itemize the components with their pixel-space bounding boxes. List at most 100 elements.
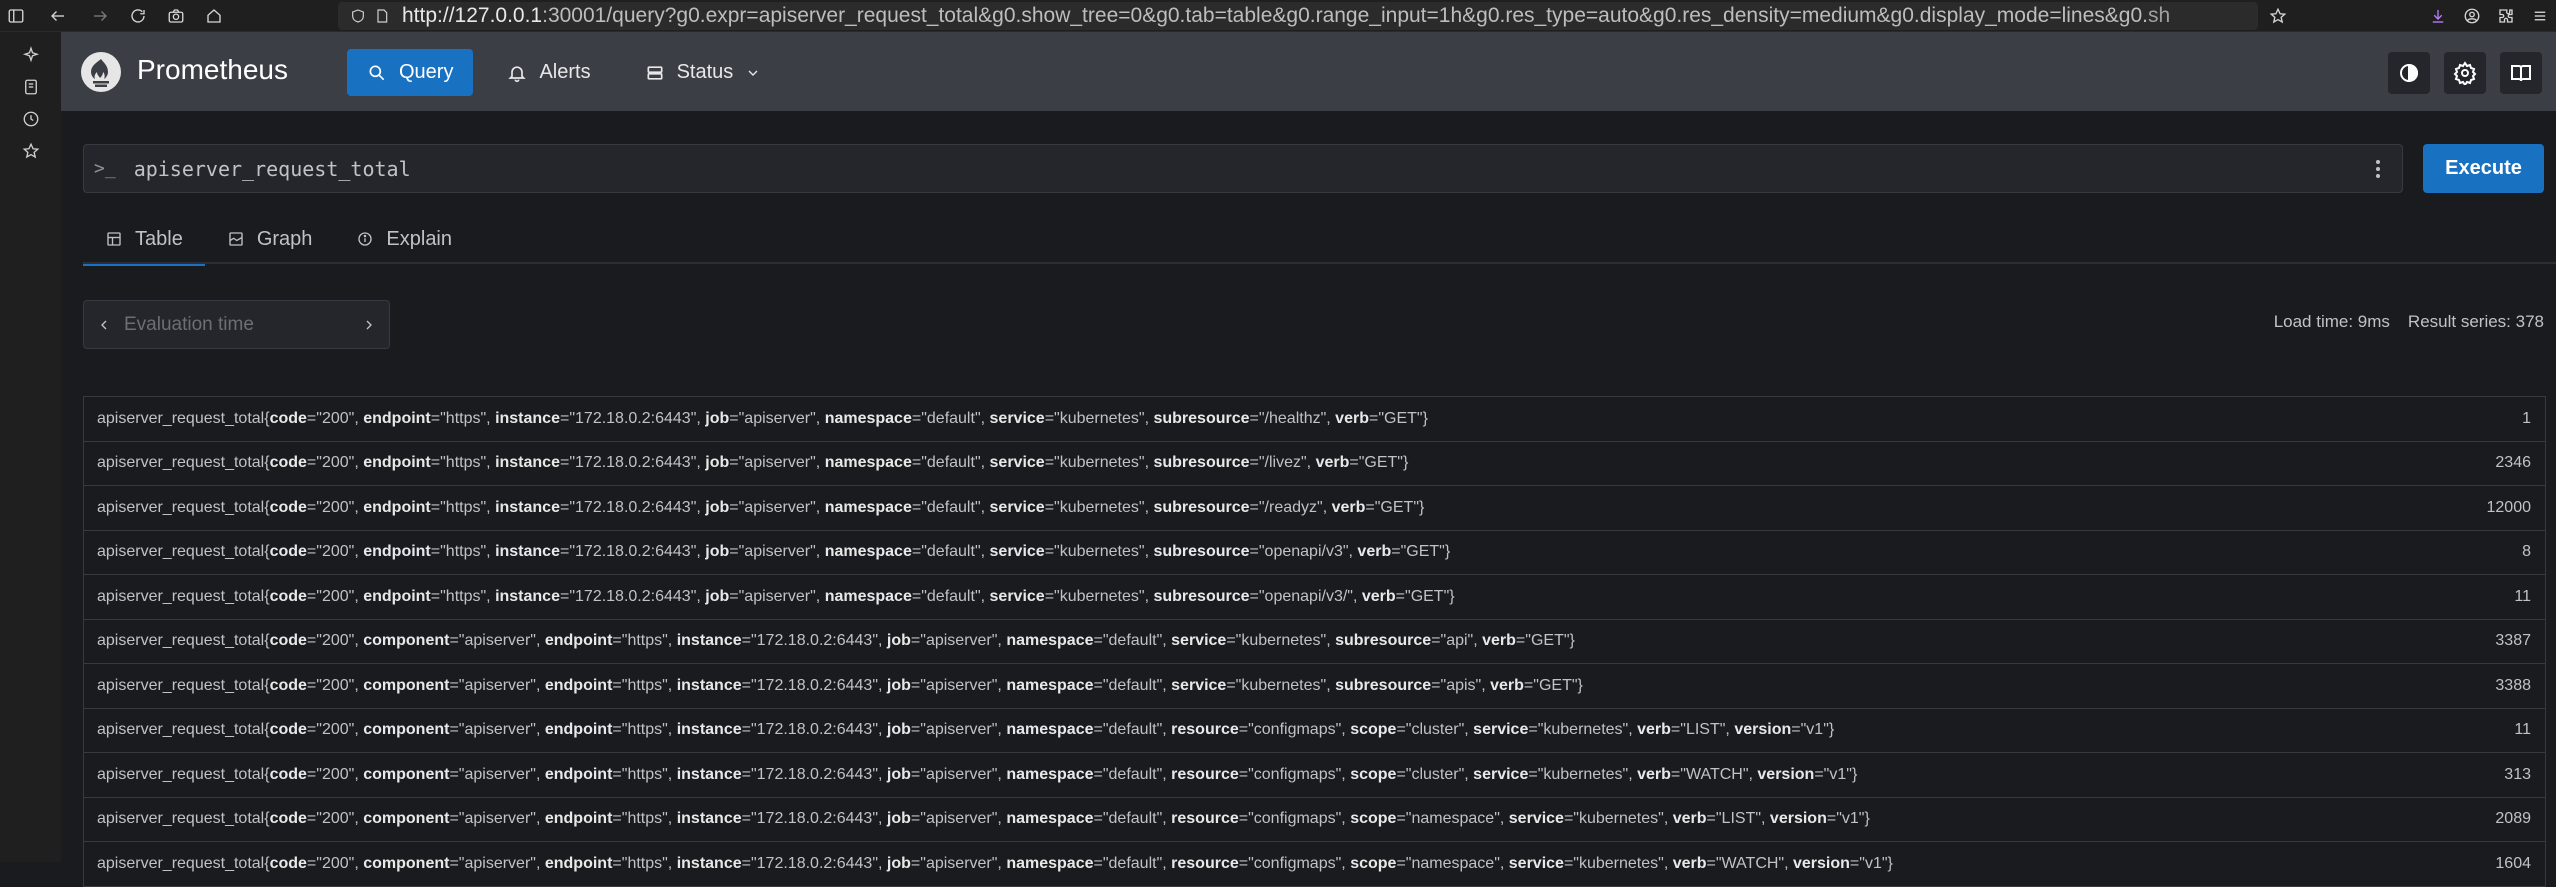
metric-name: apiserver_request_total (97, 854, 265, 872)
label-value: kubernetes (1059, 543, 1139, 561)
table-row[interactable]: apiserver_request_total{code="200", comp… (84, 709, 2545, 753)
label-name: job (886, 810, 911, 828)
table-row[interactable]: apiserver_request_total{code="200", comp… (84, 753, 2545, 798)
browser-sidebar (0, 32, 61, 862)
label-name: service (1171, 676, 1227, 694)
label-name: instance (676, 632, 742, 650)
nav-query[interactable]: Query (347, 49, 474, 96)
table-row[interactable]: apiserver_request_total{code="200", endp… (84, 486, 2545, 531)
evaluation-time-input[interactable]: Evaluation time (124, 314, 349, 336)
label-name: component (363, 765, 450, 783)
label-value: apiserver (925, 632, 992, 650)
label-name: endpoint (363, 543, 431, 561)
prometheus-logo[interactable] (81, 52, 121, 92)
home-icon[interactable] (198, 0, 230, 32)
label-value: /healthz (1264, 409, 1321, 427)
label-name: code (269, 676, 307, 694)
label-name: instance (495, 587, 560, 605)
reload-icon[interactable] (122, 0, 154, 32)
label-name: subresource (1153, 454, 1250, 472)
eval-prev-button[interactable] (84, 301, 124, 348)
label-value: 200 (321, 498, 349, 516)
label-name: job (886, 676, 911, 694)
execute-button[interactable]: Execute (2423, 144, 2544, 193)
tab-explain[interactable]: Explain (334, 214, 474, 264)
tab-table[interactable]: Table (83, 214, 205, 266)
metric-name: apiserver_request_total (97, 409, 265, 427)
label-value: configmaps (1253, 765, 1336, 783)
downloads-icon[interactable] (2422, 0, 2454, 32)
account-icon[interactable] (2456, 0, 2488, 32)
bell-icon (508, 65, 527, 82)
settings-button[interactable] (2444, 52, 2486, 94)
label-name: resource (1171, 854, 1239, 872)
expression-text[interactable]: apiserver_request_total (134, 157, 411, 181)
table-row[interactable]: apiserver_request_total{code="200", endp… (84, 442, 2545, 486)
label-name: namespace (824, 543, 912, 561)
label-value: 172.18.0.2:6443 (756, 676, 873, 694)
nav-status[interactable]: Status (625, 49, 782, 96)
server-icon (647, 65, 663, 80)
label-name: service (989, 454, 1045, 472)
eval-next-button[interactable] (349, 301, 389, 348)
star-icon[interactable] (22, 142, 40, 160)
tab-table-label: Table (135, 227, 183, 250)
label-name: job (886, 765, 911, 783)
label-name: namespace (1006, 765, 1094, 783)
table-row[interactable]: apiserver_request_total{code="200", comp… (84, 664, 2545, 709)
table-row[interactable]: apiserver_request_total{code="200", endp… (84, 575, 2545, 620)
history-icon[interactable] (22, 110, 40, 128)
bookmark-star-icon[interactable] (2262, 0, 2294, 32)
nav-alerts[interactable]: Alerts (487, 49, 610, 96)
label-value: default (1108, 632, 1157, 650)
menu-icon[interactable] (2524, 0, 2556, 32)
label-value: v1 (1806, 721, 1824, 739)
kebab-menu-icon[interactable] (2368, 157, 2388, 181)
theme-toggle-button[interactable] (2388, 52, 2430, 94)
bookmarks-panel-icon[interactable] (22, 78, 40, 96)
screenshot-icon[interactable] (160, 0, 192, 32)
label-name: component (363, 721, 450, 739)
label-name: service (1508, 854, 1564, 872)
flame-icon (82, 53, 120, 91)
label-value: kubernetes (1543, 765, 1623, 783)
docs-button[interactable] (2500, 52, 2542, 94)
ai-sparkle-icon[interactable] (22, 46, 40, 64)
table-row[interactable]: apiserver_request_total{code="200", endp… (84, 531, 2545, 575)
sidebar-toggle-icon[interactable] (0, 0, 32, 32)
label-value: 172.18.0.2:6443 (756, 632, 873, 650)
label-value: api (1446, 632, 1468, 650)
label-value: apiserver (464, 810, 531, 828)
table-row[interactable]: apiserver_request_total{code="200", comp… (84, 842, 2545, 887)
address-bar[interactable]: http://127.0.0.1:30001/query?g0.expr=api… (338, 2, 2258, 30)
label-value: apiserver (744, 543, 811, 561)
label-name: component (363, 854, 450, 872)
tab-graph[interactable]: Graph (205, 214, 335, 264)
tab-explain-label: Explain (386, 227, 453, 250)
sample-value: 12000 (2486, 498, 2532, 516)
brand-title[interactable]: Prometheus (137, 54, 288, 86)
extensions-icon[interactable] (2490, 0, 2522, 32)
table-row[interactable]: apiserver_request_total{code="200", endp… (84, 397, 2545, 442)
label-value: https (627, 810, 663, 828)
forward-icon[interactable] (84, 0, 116, 32)
table-row[interactable]: apiserver_request_total{code="200", comp… (84, 798, 2545, 842)
label-value: kubernetes (1059, 587, 1139, 605)
gear-icon (2453, 61, 2477, 85)
table-row[interactable]: apiserver_request_total{code="200", comp… (84, 620, 2545, 664)
label-name: instance (495, 543, 560, 561)
label-name: service (989, 498, 1045, 516)
metric-name: apiserver_request_total (97, 498, 265, 516)
label-value: 200 (321, 765, 349, 783)
label-name: verb (1490, 676, 1524, 694)
label-value: 200 (321, 409, 349, 427)
chevron-down-icon (748, 70, 758, 76)
label-value: kubernetes (1059, 498, 1139, 516)
series-labels: apiserver_request_total{code="200", endp… (97, 543, 1451, 561)
expression-input[interactable]: >_ apiserver_request_total (83, 144, 2403, 193)
nav-query-label: Query (399, 61, 454, 83)
back-icon[interactable] (42, 0, 74, 32)
label-name: namespace (824, 587, 912, 605)
metric-name: apiserver_request_total (97, 676, 265, 694)
book-icon (2511, 65, 2531, 82)
